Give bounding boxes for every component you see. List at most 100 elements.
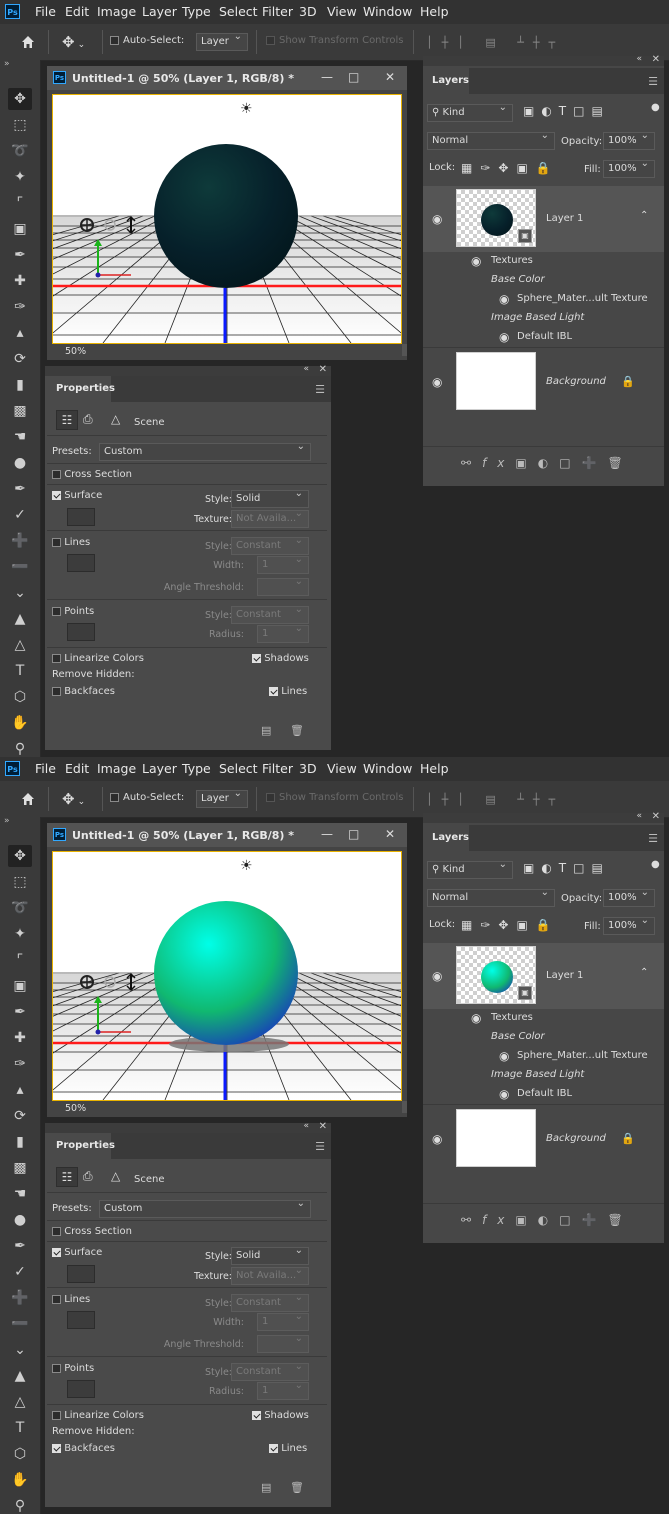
light-icon[interactable]: ☀ bbox=[240, 101, 253, 117]
layers-collapse-bar[interactable]: « ✕ bbox=[423, 54, 664, 66]
show-transform-box[interactable] bbox=[266, 792, 275, 802]
layers-close-icon[interactable]: ✕ bbox=[652, 54, 660, 65]
shadows-box[interactable] bbox=[252, 653, 261, 663]
sphere-material-row[interactable]: ◉ Sphere_Mater...ult Texture bbox=[423, 290, 664, 309]
freeform-pen-icon[interactable]: ✓ bbox=[8, 1261, 32, 1283]
magic-wand-icon[interactable]: ✦ bbox=[8, 166, 32, 188]
stamp-tool-icon[interactable]: ▴ bbox=[8, 1079, 32, 1101]
close-icon[interactable]: ✕ bbox=[385, 827, 395, 841]
scrollbar[interactable] bbox=[402, 344, 407, 356]
points-color-swatch[interactable] bbox=[67, 1380, 95, 1398]
marquee-tool-icon[interactable]: ⬚ bbox=[8, 871, 32, 893]
brush-tool-icon[interactable]: ✑ bbox=[8, 296, 32, 318]
move-tool-icon[interactable]: ✥ bbox=[8, 845, 32, 867]
lines-style-dropdown[interactable]: Constant bbox=[231, 1292, 309, 1312]
path-selection-icon[interactable]: ▲ bbox=[8, 1365, 32, 1387]
render-icon[interactable]: ▤ bbox=[261, 724, 271, 737]
width-input[interactable]: 1 bbox=[257, 1311, 309, 1331]
menu-type[interactable]: Type bbox=[182, 4, 211, 19]
healing-brush-icon[interactable]: ✚ bbox=[8, 270, 32, 292]
maximize-icon[interactable]: □ bbox=[348, 70, 359, 84]
menu-select[interactable]: Select bbox=[219, 4, 258, 19]
texture-dropdown[interactable]: Not Availa... bbox=[231, 508, 309, 528]
radius-input[interactable]: 1 bbox=[257, 1380, 309, 1400]
surface-box[interactable] bbox=[52, 490, 61, 500]
menu-edit[interactable]: Edit bbox=[65, 4, 89, 19]
menu-view[interactable]: View bbox=[327, 761, 357, 776]
frame-tool-icon[interactable]: ▣ bbox=[8, 975, 32, 997]
add-anchor-icon[interactable]: ➕ bbox=[8, 1287, 32, 1309]
linearize-colors-box[interactable] bbox=[52, 653, 61, 663]
layer1-name[interactable]: Layer 1 bbox=[546, 970, 583, 981]
angle-threshold-input[interactable] bbox=[257, 1333, 309, 1353]
base-color-row[interactable]: Base Color bbox=[423, 1028, 664, 1047]
layer-row-background[interactable]: ◉ Background 🔒 bbox=[423, 347, 664, 414]
menu-type[interactable]: Type bbox=[182, 761, 211, 776]
menu-layer[interactable]: Layer bbox=[142, 761, 177, 776]
base-color-row[interactable]: Base Color bbox=[423, 271, 664, 290]
sphere-material-row[interactable]: ◉ Sphere_Mater...ult Texture bbox=[423, 1047, 664, 1066]
surface-color-swatch[interactable] bbox=[67, 508, 95, 526]
opacity-input[interactable]: 100% bbox=[603, 130, 655, 150]
points-box[interactable] bbox=[52, 606, 61, 616]
hidden-lines-checkbox[interactable]: Lines bbox=[269, 686, 307, 697]
align-icons[interactable]: │┼│ ▤ ┴┼┬ bbox=[426, 36, 564, 49]
layers-close-icon[interactable]: ✕ bbox=[652, 811, 660, 822]
fill-input[interactable]: 100% bbox=[603, 915, 655, 935]
surface-style-dropdown[interactable]: Solid bbox=[231, 1245, 309, 1265]
background-name[interactable]: Background bbox=[546, 1133, 606, 1144]
textures-row[interactable]: ◉ Textures bbox=[423, 1009, 664, 1028]
layers-menu-icon[interactable]: ☰ bbox=[648, 832, 658, 845]
filter-toggle-icon[interactable]: ● bbox=[651, 102, 660, 113]
tab-layers[interactable]: Layers bbox=[423, 68, 469, 94]
path-selection-icon[interactable]: ▲ bbox=[8, 608, 32, 630]
cross-section-checkbox[interactable]: Cross Section bbox=[52, 1226, 132, 1237]
points-style-dropdown[interactable]: Constant bbox=[231, 604, 309, 624]
surface-style-dropdown[interactable]: Solid bbox=[231, 488, 309, 508]
lines-box[interactable] bbox=[52, 537, 61, 547]
marquee-tool-icon[interactable]: ⬚ bbox=[8, 114, 32, 136]
menu-window[interactable]: Window bbox=[363, 4, 412, 19]
cross-section-checkbox[interactable]: Cross Section bbox=[52, 469, 132, 480]
ibl-row[interactable]: Image Based Light bbox=[423, 309, 664, 328]
menu-file[interactable]: File bbox=[35, 761, 56, 776]
align-icons[interactable]: │┼│ ▤ ┴┼┬ bbox=[426, 793, 564, 806]
show-transform-controls-checkbox[interactable]: Show Transform Controls bbox=[266, 35, 403, 46]
default-ibl-row[interactable]: ◉ Default IBL bbox=[423, 1085, 664, 1104]
lines-style-dropdown[interactable]: Constant bbox=[231, 535, 309, 555]
layer-row-layer1[interactable]: ◉ ▣ Layer 1 ⌃ bbox=[423, 943, 664, 1009]
dodge-icon[interactable]: ● bbox=[8, 452, 32, 474]
lasso-tool-icon[interactable]: ➰ bbox=[8, 140, 32, 162]
fill-input[interactable]: 100% bbox=[603, 158, 655, 178]
scene-icon[interactable]: △ bbox=[111, 412, 120, 426]
layer-actions[interactable]: ⚯fx▣◐□➕🗑 bbox=[461, 456, 634, 470]
show-transform-controls-checkbox[interactable]: Show Transform Controls bbox=[266, 792, 403, 803]
layers-menu-icon[interactable]: ☰ bbox=[648, 75, 658, 88]
layer-filter-icons[interactable]: ▣◐T□▤ bbox=[523, 861, 610, 875]
linearize-colors-checkbox[interactable]: Linearize Colors bbox=[52, 1410, 144, 1421]
panel-menu-icon[interactable]: ☰ bbox=[315, 383, 325, 396]
opacity-input[interactable]: 100% bbox=[603, 887, 655, 907]
lines-checkbox[interactable]: Lines bbox=[52, 537, 90, 548]
smudge-icon[interactable]: ☚ bbox=[8, 1183, 32, 1205]
delete-anchor-icon[interactable]: ➖ bbox=[8, 1313, 32, 1335]
hidden-lines-checkbox[interactable]: Lines bbox=[269, 1443, 307, 1454]
scrollbar[interactable] bbox=[402, 1101, 407, 1113]
points-color-swatch[interactable] bbox=[67, 623, 95, 641]
canvas[interactable]: ☀ bbox=[52, 94, 402, 344]
backfaces-box[interactable] bbox=[52, 686, 61, 696]
convert-point-icon[interactable]: ⌄ bbox=[8, 582, 32, 604]
backfaces-box[interactable] bbox=[52, 1443, 61, 1453]
surface-box[interactable] bbox=[52, 1247, 61, 1257]
menu-window[interactable]: Window bbox=[363, 761, 412, 776]
hidden-lines-box[interactable] bbox=[269, 686, 278, 696]
shadows-box[interactable] bbox=[252, 1410, 261, 1420]
auto-select-checkbox[interactable]: Auto-Select: bbox=[110, 792, 184, 803]
linearize-colors-checkbox[interactable]: Linearize Colors bbox=[52, 653, 144, 664]
radius-input[interactable]: 1 bbox=[257, 623, 309, 643]
menu-view[interactable]: View bbox=[327, 4, 357, 19]
hand-tool-icon[interactable]: ✋ bbox=[8, 1469, 32, 1491]
close-panel-icon[interactable]: ✕ bbox=[319, 364, 327, 375]
linearize-colors-box[interactable] bbox=[52, 1410, 61, 1420]
photoshop-logo-icon[interactable]: Ps bbox=[5, 4, 20, 19]
